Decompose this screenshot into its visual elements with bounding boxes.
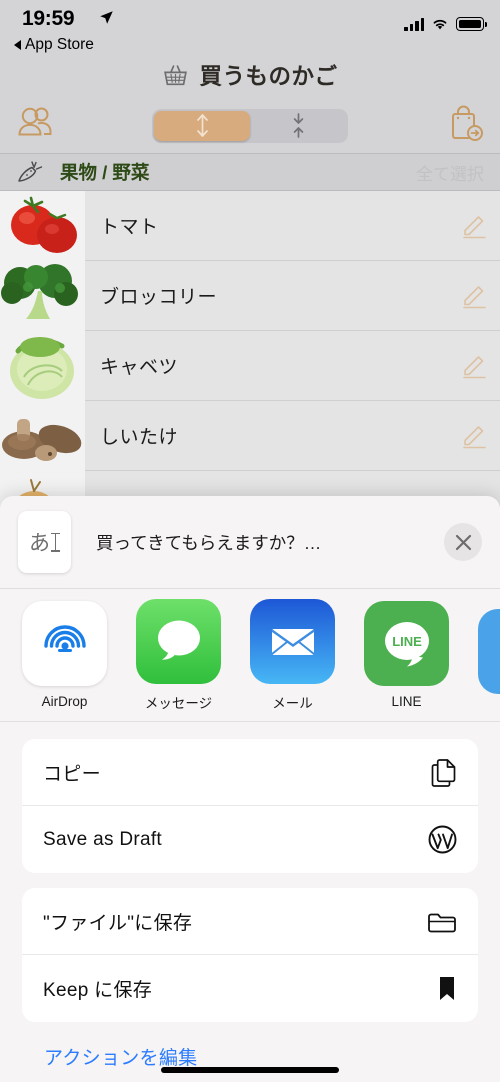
segment-expand-all[interactable]: [154, 110, 250, 141]
share-action-list: コピー Save as Draft "ファイル"に保存 Keep に保存 アクシ…: [0, 722, 500, 1070]
cabbage-photo: [0, 330, 85, 401]
line-icon: LINE: [364, 601, 449, 686]
action-label: "ファイル"に保存: [43, 912, 193, 934]
bookmark-icon: [440, 977, 454, 1000]
select-all-button[interactable]: 全て選択: [416, 160, 484, 185]
messages-icon: [136, 598, 221, 684]
close-icon[interactable]: [444, 523, 482, 561]
item-label: ブロッコリー: [100, 287, 218, 308]
action-copy[interactable]: コピー: [22, 739, 478, 806]
share-target-messages[interactable]: メッセージ: [136, 598, 221, 712]
back-to-app-store-button[interactable]: App Store: [14, 36, 94, 54]
copy-icon: [431, 758, 456, 787]
pencil-icon[interactable]: [448, 282, 500, 309]
segment-collapse-all[interactable]: [250, 111, 346, 141]
view-mode-segmented-control[interactable]: [152, 108, 348, 143]
app-toolbar: [0, 98, 500, 153]
pencil-icon[interactable]: [448, 212, 500, 239]
text-cursor-icon: [51, 532, 60, 552]
people-icon[interactable]: [14, 105, 56, 146]
share-target-skype[interactable]: S: [478, 608, 500, 702]
action-label: コピー: [43, 763, 101, 785]
action-label: Keep に保存: [43, 980, 153, 1001]
list-item[interactable]: ブロッコリー: [0, 260, 500, 331]
folder-icon: [428, 913, 456, 932]
share-target-airdrop[interactable]: AirDrop: [22, 601, 107, 709]
share-preview: あ 買ってきてもらえますか？…: [0, 496, 500, 589]
airdrop-icon: [22, 601, 107, 686]
action-save-to-files[interactable]: "ファイル"に保存: [22, 888, 478, 955]
action-group-2: "ファイル"に保存 Keep に保存: [22, 888, 478, 1022]
category-header[interactable]: 果物 / 野菜 全て選択: [0, 153, 500, 191]
mail-icon: [250, 598, 335, 684]
share-target-mail[interactable]: メール: [250, 598, 335, 712]
list-item[interactable]: しいたけ: [0, 400, 500, 471]
location-arrow-icon: [99, 10, 114, 30]
item-label: トマト: [100, 217, 159, 238]
text-document-icon: あ: [18, 511, 71, 573]
doc-icon-char: あ: [29, 532, 50, 555]
item-label: しいたけ: [100, 427, 179, 448]
share-target-label: LINE: [391, 694, 422, 709]
status-indicators: [404, 17, 487, 31]
share-app-row[interactable]: AirDrop メッセージ メール LINE LINE: [0, 589, 500, 722]
item-label: キャベツ: [100, 357, 179, 378]
tomato-photo: [0, 190, 85, 261]
action-group-1: コピー Save as Draft: [22, 739, 478, 873]
skype-icon: S: [478, 608, 500, 694]
action-label: Save as Draft: [43, 828, 163, 850]
share-preview-text: 買ってきてもらえますか？…: [96, 532, 322, 553]
share-target-line[interactable]: LINE LINE: [364, 601, 449, 709]
shopping-bag-arrow-icon[interactable]: [446, 103, 486, 148]
list-item[interactable]: キャベツ: [0, 330, 500, 401]
back-triangle-icon: [14, 40, 21, 50]
broccoli-photo: [0, 260, 85, 331]
battery-full-icon: [456, 17, 487, 31]
action-save-as-draft[interactable]: Save as Draft: [22, 806, 478, 873]
status-bar: 19:59 App Store: [0, 0, 500, 54]
wifi-icon: [433, 19, 447, 30]
category-name: 果物 / 野菜: [60, 162, 150, 183]
shiitake-photo: [0, 400, 85, 471]
share-target-label: AirDrop: [41, 694, 88, 709]
shopping-basket-icon: [164, 64, 188, 85]
page-title: 買うものかご: [199, 64, 338, 89]
cellular-signal-icon: [404, 18, 424, 31]
pencil-icon[interactable]: [448, 352, 500, 379]
share-target-label: メール: [272, 695, 313, 711]
svg-text:LINE: LINE: [392, 634, 422, 649]
edit-actions-button[interactable]: アクションを編集: [22, 1037, 478, 1070]
home-indicator: [161, 1067, 339, 1073]
share-sheet: あ 買ってきてもらえますか？… AirDrop メッセージ メール LINE L…: [0, 496, 500, 1082]
app-title-bar: 買うものかご: [0, 52, 500, 98]
wordpress-icon: [428, 825, 457, 854]
list-item[interactable]: トマト: [0, 190, 500, 261]
status-time: 19:59: [22, 7, 75, 30]
back-label: App Store: [25, 36, 94, 53]
share-target-label: メッセージ: [144, 695, 213, 711]
action-save-to-keep[interactable]: Keep に保存: [22, 955, 478, 1022]
pencil-icon[interactable]: [448, 422, 500, 449]
carrot-icon: [0, 159, 60, 185]
